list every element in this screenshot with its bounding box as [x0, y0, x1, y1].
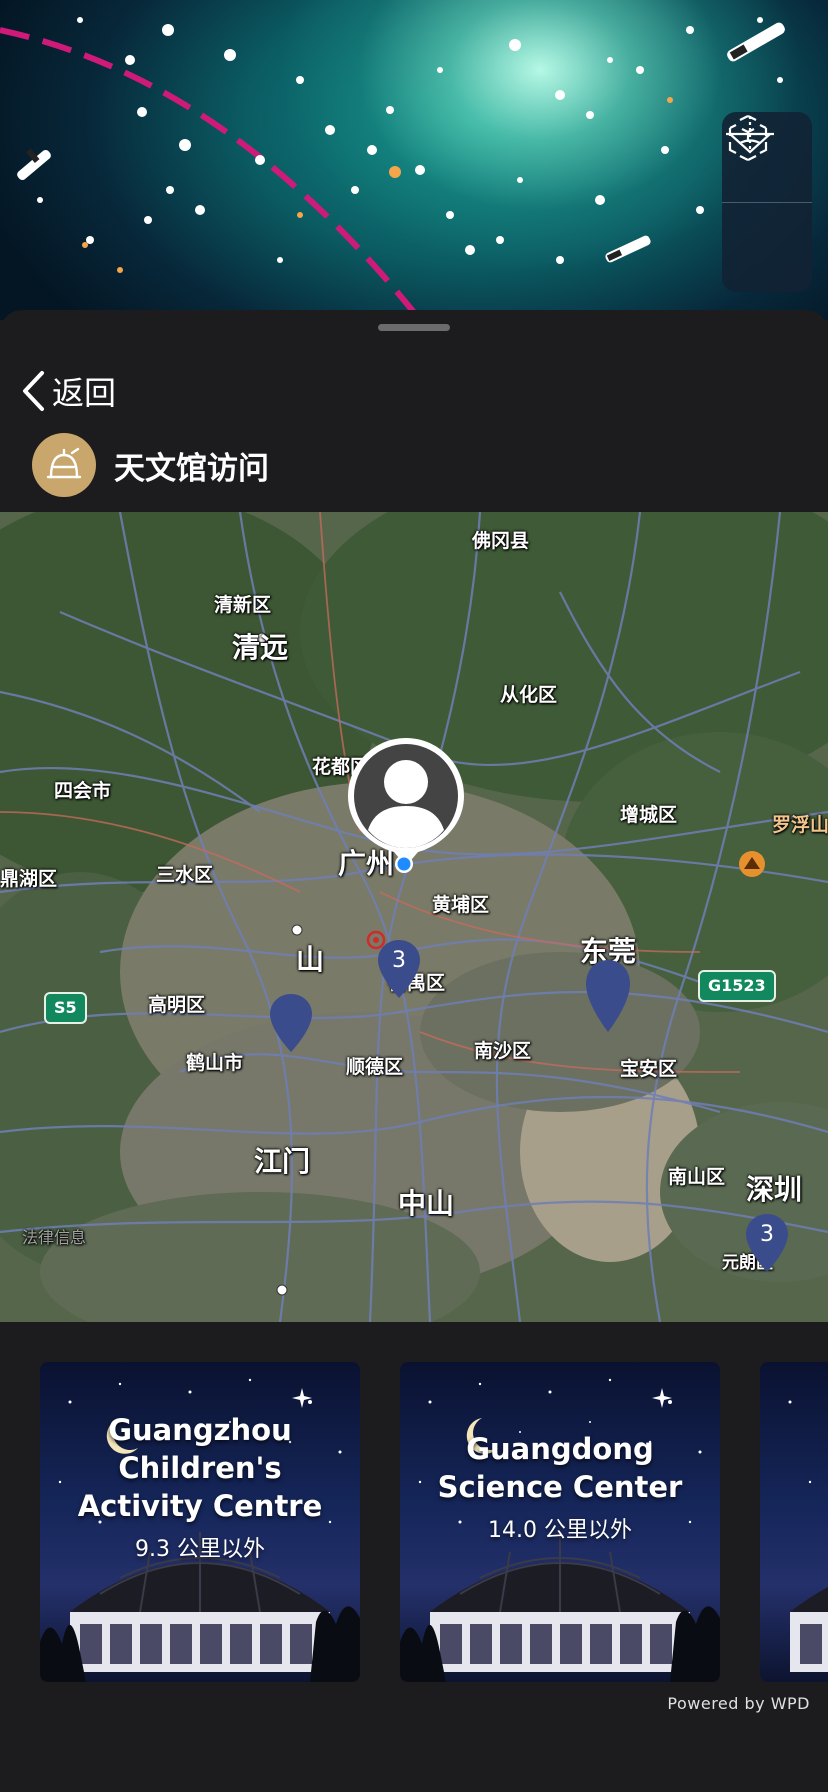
planetarium-carousel[interactable]: Guangzhou Children's Activity Centre 9.3… — [0, 1362, 828, 1692]
cluster-count-guangzhou: 3 — [392, 948, 406, 973]
sky-view[interactable] — [0, 0, 828, 320]
satellite-icon[interactable] — [725, 21, 786, 63]
highway-badge-g1523: G1523 — [698, 970, 776, 1002]
planetarium-card[interactable]: Guangdong Science Center 14.0 公里以外 — [400, 1362, 720, 1682]
map-legal-link[interactable]: 法律信息 — [22, 1224, 86, 1248]
card-distance: 14.0 公里以外 — [488, 1518, 632, 1543]
map-label-qingyuan: 清远 — [232, 631, 289, 664]
horizon-angle-icon — [726, 116, 774, 154]
map-label-gaoming: 高明区 — [148, 994, 206, 1016]
map-label-baoan: 宝安区 — [620, 1058, 678, 1080]
powered-by-label: Powered by WPD — [667, 1694, 810, 1713]
map-label-heshan: 鹤山市 — [186, 1052, 244, 1074]
location-marker-foshan[interactable] — [268, 992, 314, 1054]
back-button[interactable]: 返回 — [20, 366, 116, 416]
planetarium-card[interactable] — [760, 1362, 828, 1682]
map-label-nanshan: 南山区 — [668, 1166, 726, 1188]
card-body: Guangdong Science Center 14.0 公里以外 — [400, 1362, 720, 1612]
map-label-zengcheng: 增城区 — [620, 804, 678, 826]
planetarium-badge — [32, 433, 96, 497]
card-title: Guangdong Science Center — [437, 1432, 683, 1504]
map-label-fogang: 佛冈县 — [472, 530, 530, 552]
observatory-icon — [46, 447, 82, 479]
satellite-icon[interactable] — [604, 234, 652, 263]
map-label-huangpu: 黄埔区 — [432, 894, 490, 916]
map-label-sanshui: 三水区 — [156, 864, 214, 886]
section-title: 天文馆访问 — [114, 450, 269, 487]
map-label-shenzhen: 深圳 — [746, 1173, 803, 1206]
user-position-dot — [395, 855, 413, 873]
view-controls — [722, 112, 812, 292]
orange-stars — [82, 97, 673, 273]
map-label-conghua: 从化区 — [500, 684, 558, 706]
bottom-sheet: 返回 天文馆访问 佛冈县 清新区 清远 从化区 花都区 四会市 增城区 罗浮山 … — [0, 310, 828, 1792]
cluster-count-shenzhen: 3 — [760, 1222, 774, 1247]
sky-illustration — [0, 17, 786, 320]
card-title: Guangzhou Children's Activity Centre — [77, 1413, 323, 1523]
map-label-jiangmen: 江门 — [254, 1145, 311, 1178]
orbit-path — [0, 27, 423, 320]
section-header: 天文馆访问 — [32, 432, 269, 498]
horizon-view-button[interactable] — [722, 116, 812, 292]
highway-badge-s5: S5 — [44, 992, 87, 1024]
map-label-sihui: 四会市 — [54, 780, 112, 802]
satellite-map[interactable]: 佛冈县 清新区 清远 从化区 花都区 四会市 增城区 罗浮山 广州 三水区 鼎湖… — [0, 512, 828, 1322]
user-location-marker[interactable] — [344, 734, 468, 868]
location-marker-dongguan[interactable] — [584, 958, 632, 1034]
map-label-zhongshan: 中山 — [398, 1187, 455, 1220]
satellite-icon[interactable] — [15, 148, 52, 181]
map-label-qingxin: 清新区 — [214, 594, 272, 616]
map-label-shunde: 顺德区 — [346, 1056, 404, 1078]
card-distance: 9.3 公里以外 — [135, 1537, 265, 1562]
card-body — [760, 1362, 828, 1612]
stars — [37, 17, 783, 264]
map-label-luofushan: 罗浮山 — [772, 814, 828, 836]
sheet-grabber[interactable] — [378, 324, 450, 331]
card-body: Guangzhou Children's Activity Centre 9.3… — [40, 1362, 360, 1612]
planetarium-card[interactable]: Guangzhou Children's Activity Centre 9.3… — [40, 1362, 360, 1682]
chevron-left-icon — [23, 371, 44, 411]
back-label: 返回 — [52, 374, 117, 412]
map-label-foshan: 山 — [296, 943, 325, 976]
map-label-dinghu: 鼎湖区 — [0, 868, 58, 890]
map-label-nansha: 南沙区 — [474, 1040, 532, 1062]
